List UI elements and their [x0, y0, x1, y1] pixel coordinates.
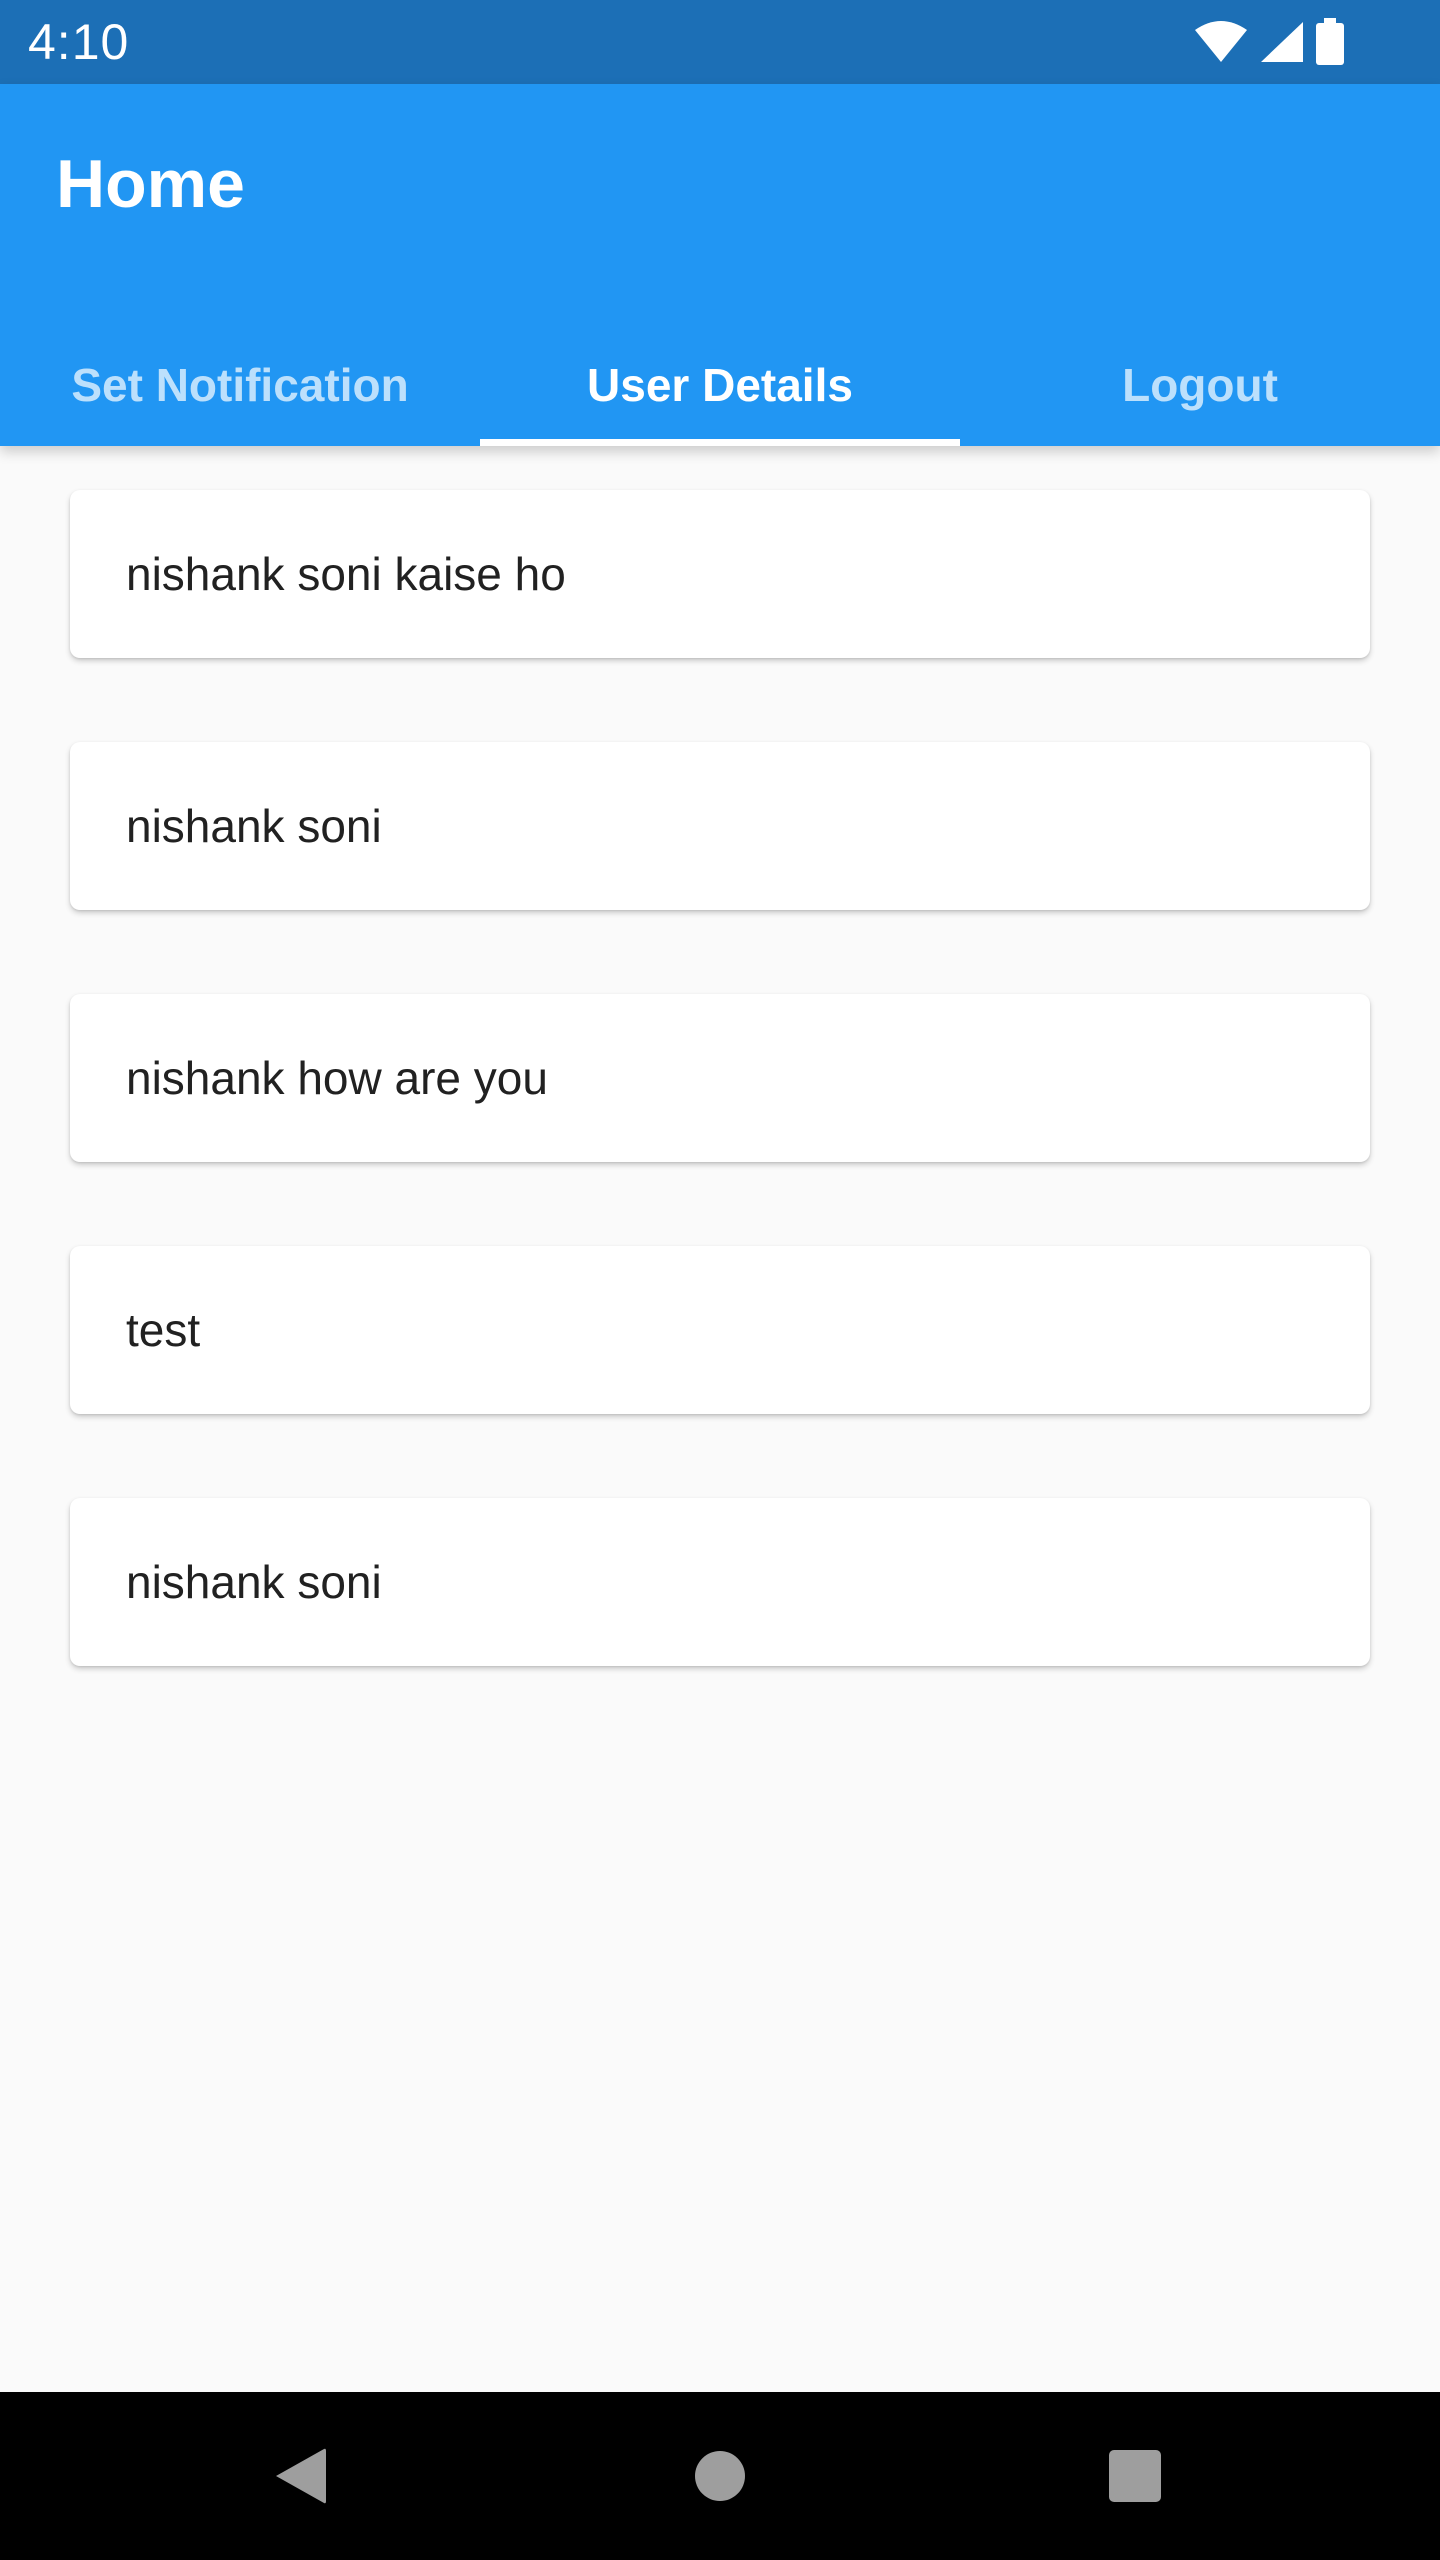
status-bar: 4:10: [0, 0, 1440, 84]
wifi-icon: [1195, 21, 1247, 62]
page-title: Home: [56, 146, 245, 222]
user-details-list: nishank soni kaise ho nishank soni nisha…: [70, 490, 1370, 1750]
screen: 4:10 Home Set Notification User Details: [0, 0, 1440, 2560]
tab-user-details[interactable]: User Details: [480, 306, 960, 446]
list-item-text: nishank soni: [126, 800, 382, 852]
navigation-bar: [0, 2392, 1440, 2560]
list-item-text: nishank soni: [126, 1556, 382, 1608]
list-item[interactable]: test: [70, 1246, 1370, 1414]
list-item-text: nishank how are you: [126, 1052, 548, 1104]
home-icon: [695, 2451, 745, 2501]
tab-label: Set Notification: [71, 359, 409, 411]
recents-icon: [1109, 2450, 1161, 2502]
recents-button[interactable]: [1035, 2392, 1235, 2560]
back-button[interactable]: [200, 2392, 400, 2560]
list-item-text: nishank soni kaise ho: [126, 548, 566, 600]
list-item[interactable]: nishank soni: [70, 742, 1370, 910]
battery-icon: [1316, 18, 1344, 65]
tab-label: Logout: [1122, 359, 1278, 411]
list-item[interactable]: nishank soni kaise ho: [70, 490, 1370, 658]
tab-set-notification[interactable]: Set Notification: [0, 306, 480, 446]
tab-label: User Details: [587, 359, 853, 411]
signal-icon: [1261, 22, 1303, 62]
status-time: 4:10: [28, 14, 130, 70]
tab-logout[interactable]: Logout: [960, 306, 1440, 446]
list-item[interactable]: nishank how are you: [70, 994, 1370, 1162]
status-icons: [1193, 18, 1345, 66]
app-bar: Home Set Notification User Details Logou…: [0, 84, 1440, 446]
back-icon: [276, 2448, 326, 2504]
home-button[interactable]: [620, 2392, 820, 2560]
tab-bar: Set Notification User Details Logout: [0, 306, 1440, 446]
list-item[interactable]: nishank soni: [70, 1498, 1370, 1666]
list-item-text: test: [126, 1304, 201, 1356]
